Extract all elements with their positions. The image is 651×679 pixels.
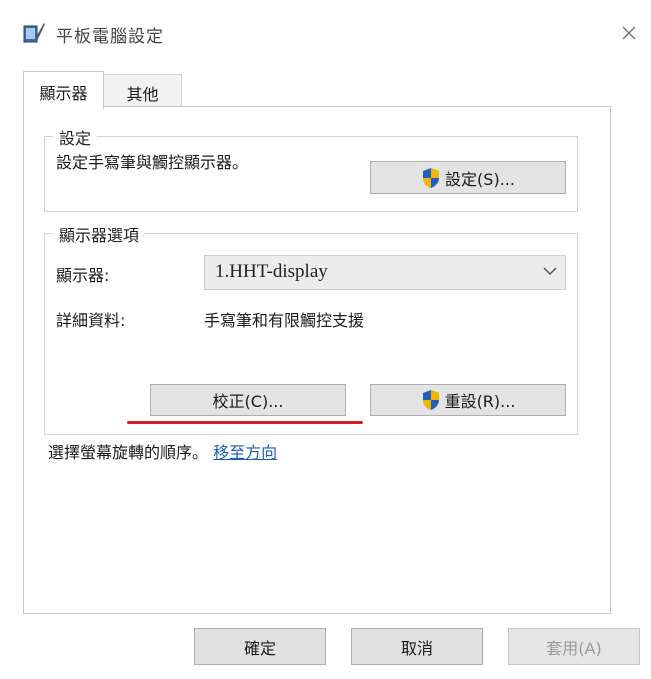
calibrate-button[interactable]: 校正(C)...	[150, 384, 346, 416]
chevron-down-icon	[543, 267, 557, 276]
cancel-button-label: 取消	[400, 638, 433, 658]
go-to-orientation-link[interactable]: 移至方向	[213, 443, 277, 462]
rotation-row: 選擇螢幕旋轉的順序。 移至方向	[48, 439, 277, 463]
details-label: 詳細資料:	[56, 311, 126, 330]
setup-group-title: 設定	[53, 125, 98, 149]
window-title: 平板電腦設定	[56, 27, 164, 47]
close-icon[interactable]	[614, 18, 644, 48]
setup-group: 設定 設定手寫筆與觸控顯示器。 設定(S)...	[44, 125, 578, 212]
display-options-title: 顯示器選項	[53, 222, 146, 246]
tab-display-label: 顯示器	[39, 84, 88, 103]
display-label: 顯示器:	[56, 266, 110, 285]
uac-shield-icon	[422, 390, 439, 410]
ok-button[interactable]: 確定	[194, 628, 326, 665]
display-select[interactable]: 1.HHT-display	[204, 255, 566, 290]
title-bar: 平板電腦設定	[0, 0, 651, 64]
setup-description: 設定手寫筆與觸控顯示器。	[56, 153, 249, 172]
setup-button[interactable]: 設定(S)...	[370, 161, 566, 194]
apply-button[interactable]: 套用(A)	[508, 628, 640, 665]
ok-button-label: 確定	[243, 638, 276, 658]
display-select-value: 1.HHT-display	[215, 261, 328, 282]
rotation-text: 選擇螢幕旋轉的順序。	[48, 443, 209, 462]
calibrate-button-label: 校正(C)...	[212, 392, 284, 411]
cancel-button[interactable]: 取消	[351, 628, 483, 665]
tablet-settings-dialog: 平板電腦設定 顯示器 其他 設定 設定手寫筆與觸控顯示器。 設定(S)... 顯…	[0, 0, 651, 679]
tab-display[interactable]: 顯示器	[23, 71, 104, 109]
tab-other-label: 其他	[126, 85, 159, 104]
reset-button[interactable]: 重設(R)...	[370, 384, 566, 416]
annotation-underline	[127, 421, 363, 424]
tab-panel-display: 設定 設定手寫筆與觸控顯示器。 設定(S)... 顯示器選項 顯示器: 1.HH…	[23, 106, 611, 614]
display-options-group: 顯示器選項 顯示器: 1.HHT-display 詳細資料: 手寫筆和有限觸控支…	[44, 222, 578, 435]
tablet-settings-icon	[23, 23, 45, 43]
details-value: 手寫筆和有限觸控支援	[204, 311, 365, 330]
apply-button-label: 套用(A)	[546, 638, 602, 658]
reset-button-label: 重設(R)...	[444, 392, 516, 411]
setup-button-label: 設定(S)...	[445, 169, 515, 189]
uac-shield-icon	[423, 167, 440, 188]
tab-other[interactable]: 其他	[104, 74, 182, 107]
